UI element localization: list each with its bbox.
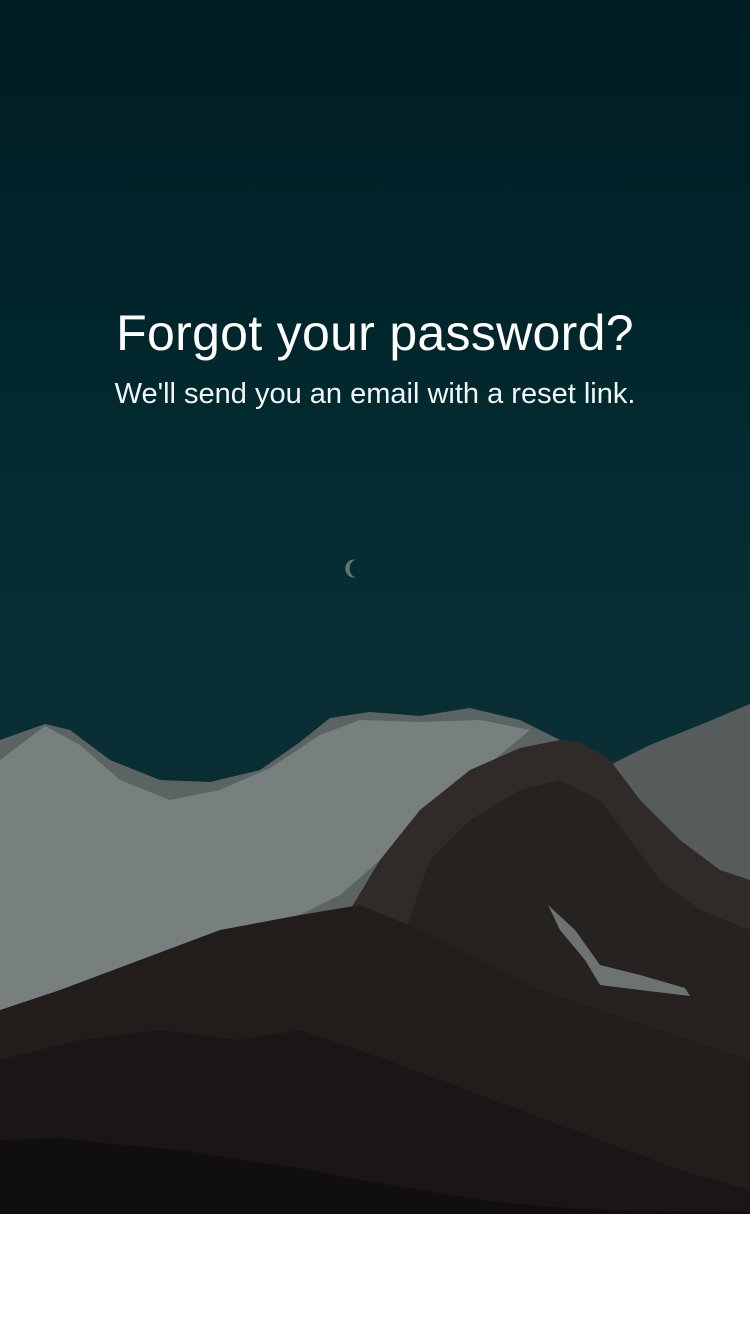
mountain-landscape-illustration (0, 0, 750, 1214)
image-dim-overlay (0, 0, 750, 1214)
bottom-panel (0, 1214, 750, 1334)
page-subtitle: We'll send you an email with a reset lin… (114, 378, 636, 410)
forgot-password-screen: Forgot your password? We'll send you an … (0, 0, 750, 1334)
mountain-background-image: Forgot your password? We'll send you an … (0, 0, 750, 1214)
page-title: Forgot your password? (116, 305, 634, 361)
